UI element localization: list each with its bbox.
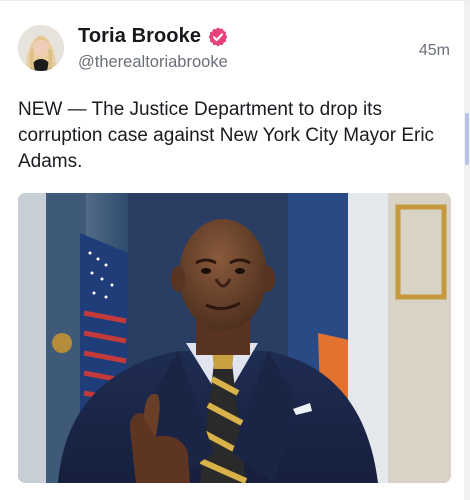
author-display-name[interactable]: Toria Brooke	[78, 25, 201, 48]
author-name-row: Toria Brooke	[78, 25, 229, 48]
scrollbar-track[interactable]	[464, 1, 470, 500]
post-media-photo[interactable]	[18, 193, 451, 483]
verified-badge-icon	[207, 26, 229, 48]
post-body-text: NEW — The Justice Department to drop its…	[18, 99, 435, 172]
post-timestamp[interactable]: 45m	[419, 42, 450, 60]
post-header: Toria Brooke @therealtoriabrooke 45m	[18, 23, 452, 75]
scrollbar-thumb[interactable]	[465, 113, 469, 165]
author-handle[interactable]: @therealtoriabrooke	[78, 53, 228, 72]
post-card[interactable]: Toria Brooke @therealtoriabrooke 45m NEW…	[0, 0, 470, 500]
avatar[interactable]	[18, 25, 64, 71]
